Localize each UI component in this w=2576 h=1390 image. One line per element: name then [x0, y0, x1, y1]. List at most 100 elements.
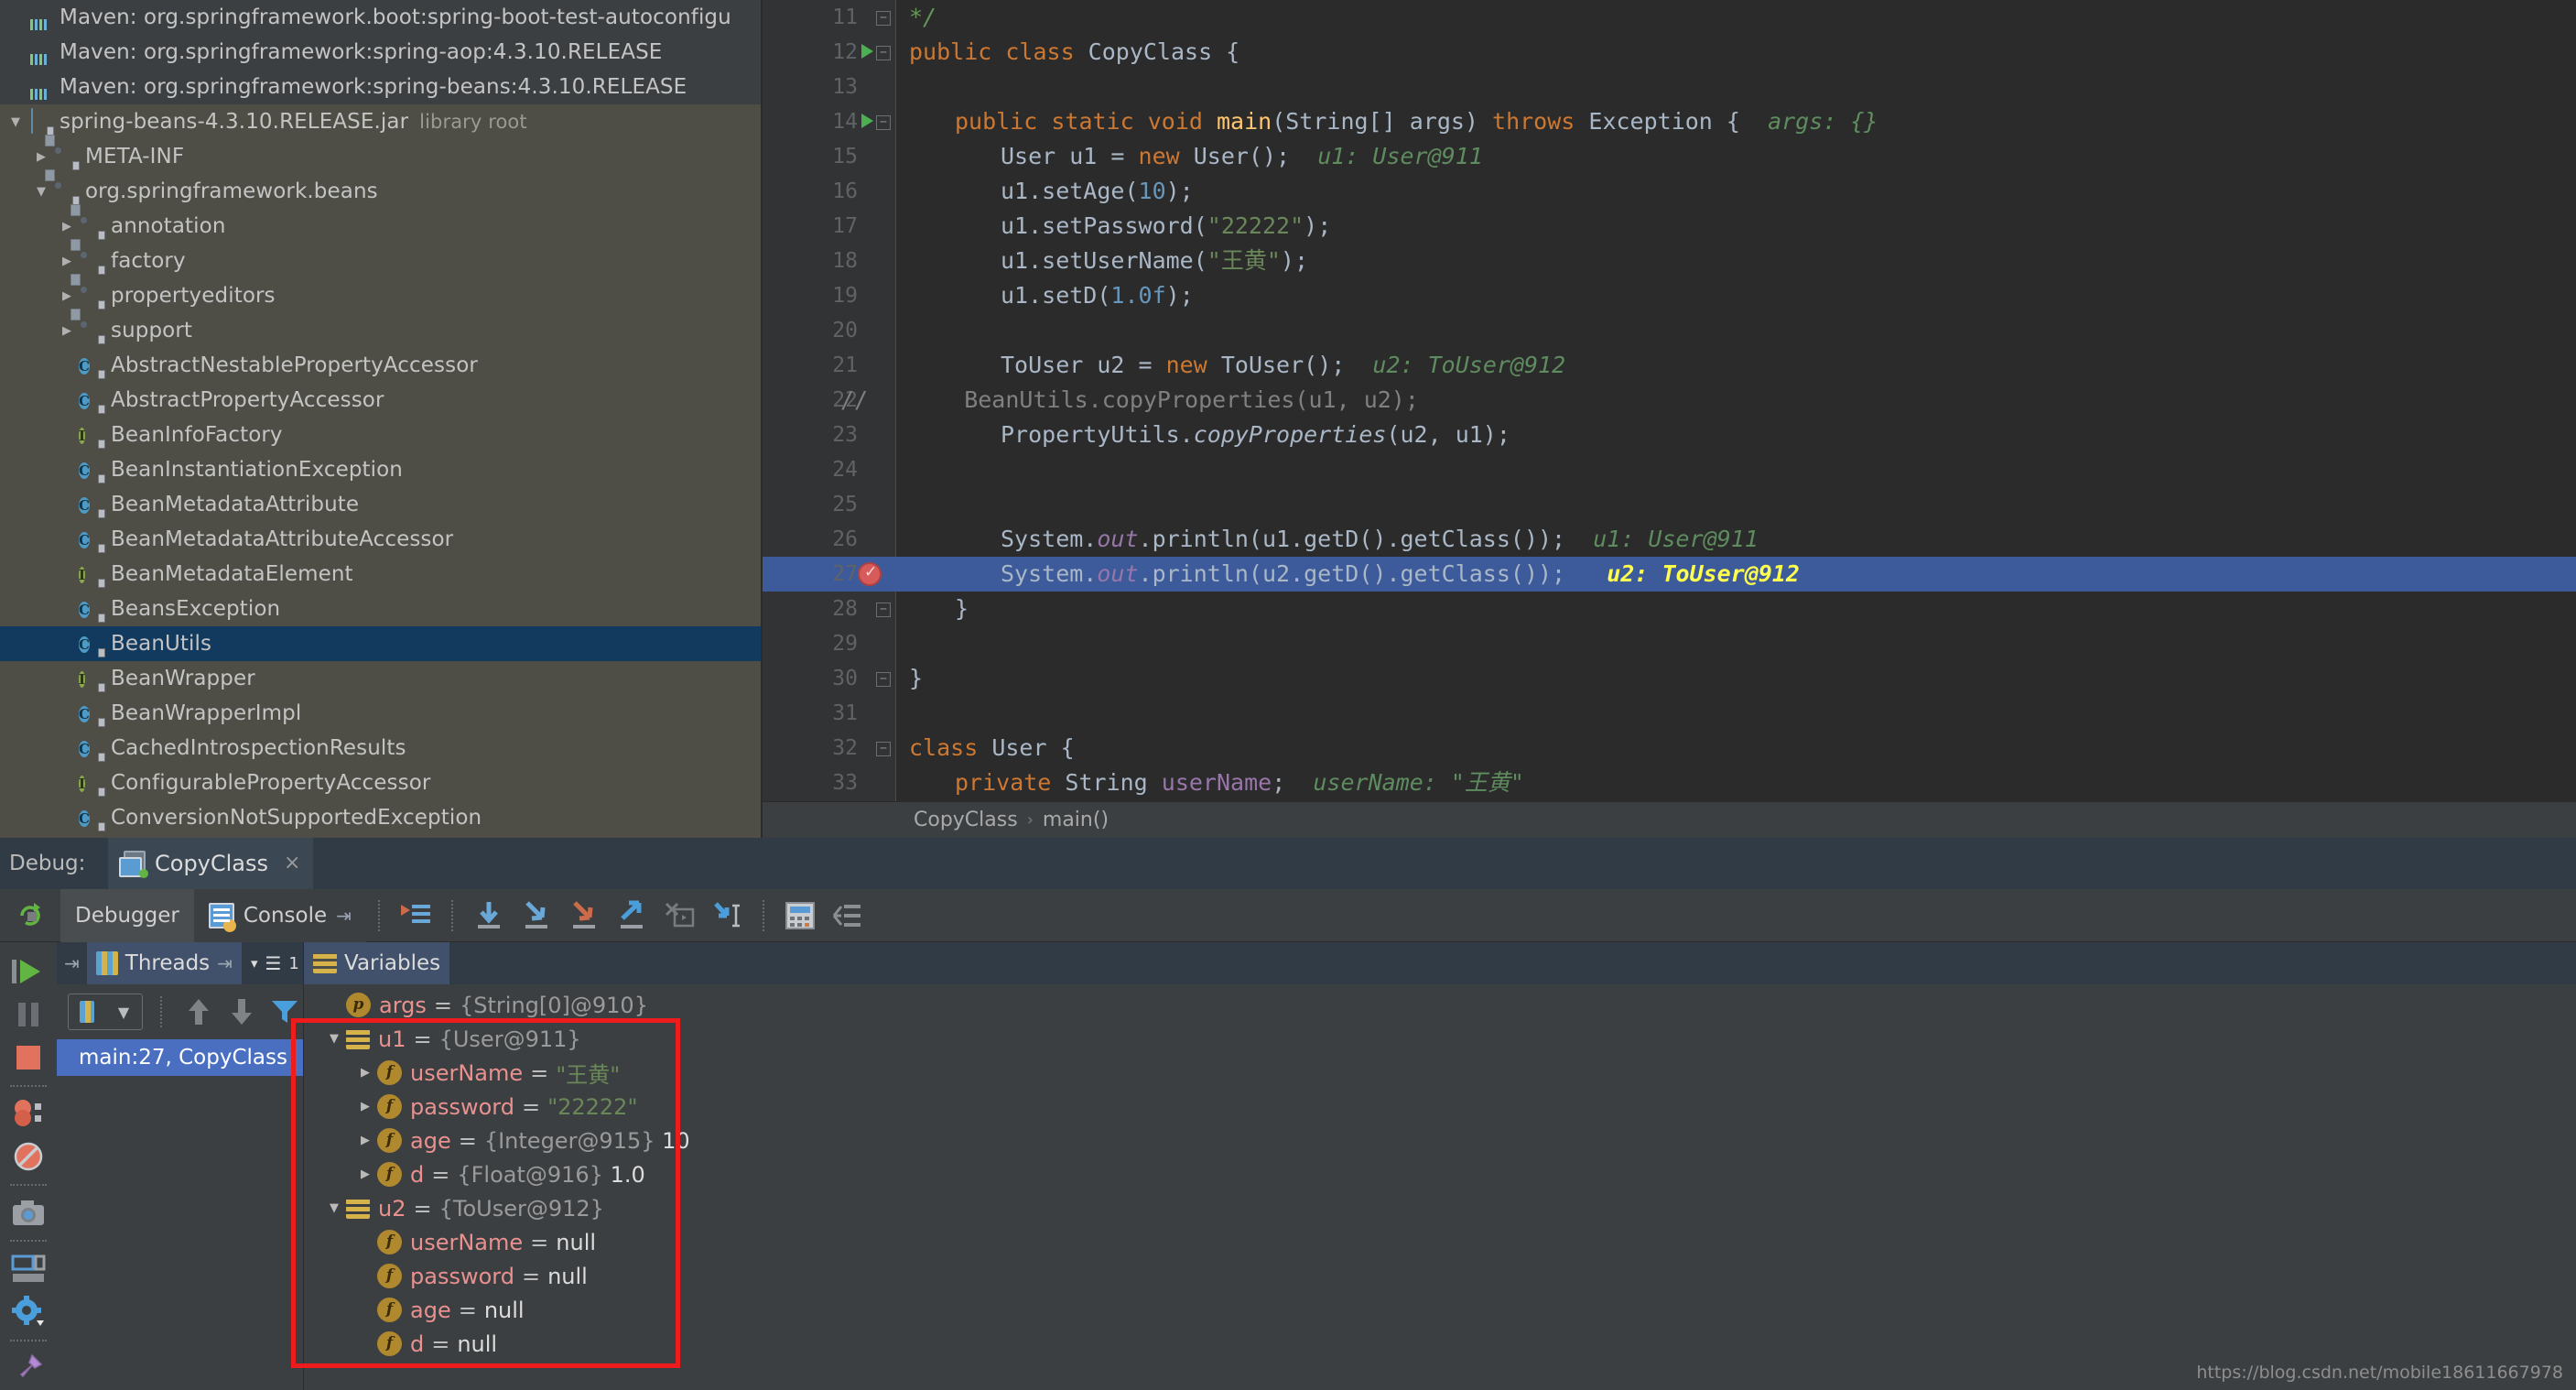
variable-row[interactable]: ▼ u1 = {User@911} [304, 1022, 2576, 1056]
code-line[interactable]: 32 − class User { [763, 731, 2576, 766]
code-text[interactable]: ToUser u2 = new ToUser(); u2: ToUser@912 [909, 348, 1565, 383]
variables-tab-row[interactable]: Variables [304, 942, 2576, 984]
tree-item[interactable]: C AbstractPropertyAccessor [0, 383, 761, 418]
variable-row[interactable]: f age = null [304, 1293, 2576, 1327]
breadcrumb-class[interactable]: CopyClass [914, 809, 1018, 831]
fold-icon[interactable]: − [876, 603, 891, 617]
chevron-right-icon[interactable]: ▶ [353, 1134, 377, 1147]
drop-frame-icon[interactable] [655, 889, 703, 942]
code-text[interactable]: } [909, 661, 923, 696]
code-line[interactable]: 29 [763, 626, 2576, 661]
pause-program-icon[interactable] [5, 993, 52, 1036]
force-step-into-icon[interactable] [560, 889, 608, 942]
variable-row[interactable]: f d = null [304, 1327, 2576, 1361]
tree-item[interactable]: C ConversionNotSupportedException [0, 800, 761, 835]
code-line[interactable]: 17 u1.setPassword("22222"); [763, 209, 2576, 244]
tree-item[interactable]: support [0, 313, 761, 348]
code-text[interactable]: public static void main(String[] args) t… [909, 104, 1878, 139]
code-line[interactable]: 24 [763, 452, 2576, 487]
code-line[interactable]: 14 − public static void main(String[] args… [763, 104, 2576, 139]
variable-row[interactable]: ▶ f age = {Integer@915} 10 [304, 1124, 2576, 1157]
threads-list[interactable]: main:27, CopyClass [57, 1039, 303, 1076]
tree-item[interactable]: C BeanWrapperImpl [0, 696, 761, 731]
settings-icon[interactable] [5, 1291, 52, 1334]
chevron-right-icon[interactable]: ▶ [353, 1100, 377, 1113]
code-text[interactable]: u1.setD(1.0f); [909, 278, 1194, 313]
fold-icon[interactable]: − [876, 11, 891, 26]
tree-item[interactable]: C AbstractNestablePropertyAccessor [0, 348, 761, 383]
chevron-right-icon[interactable] [29, 150, 53, 164]
rerun-button[interactable] [0, 889, 60, 942]
variable-row[interactable]: ▼ u2 = {ToUser@912} [304, 1191, 2576, 1225]
code-line[interactable]: 27 System.out.println(u2.getD().getClass(… [763, 557, 2576, 592]
debug-toolbar[interactable]: Debugger Console ⇥ [0, 888, 2576, 942]
tree-item[interactable]: Maven: org.springframework.boot:spring-b… [0, 0, 761, 35]
code-editor[interactable]: 11 − */ 12 − public class CopyClass {13 14 − pub… [763, 0, 2576, 838]
close-icon[interactable]: × [284, 852, 300, 874]
chevron-right-icon[interactable] [55, 289, 79, 303]
move-down-icon[interactable] [222, 985, 260, 1038]
chevron-down-icon[interactable]: ▼ [105, 994, 142, 1029]
code-text[interactable]: u1.setAge(10); [909, 174, 1194, 209]
tree-item[interactable]: META-INF [0, 139, 761, 174]
resume-program-icon[interactable] [5, 950, 52, 993]
fold-icon[interactable]: − [876, 115, 891, 130]
run-gutter-icon[interactable] [861, 114, 873, 128]
code-text[interactable]: u1.setPassword("22222"); [909, 209, 1331, 244]
code-line[interactable]: 15 User u1 = new User(); u1: User@911 [763, 139, 2576, 174]
pin-tab-icon[interactable]: ⇥ [336, 905, 352, 927]
run-gutter-icon[interactable] [861, 44, 873, 59]
variable-row[interactable]: ▶ f password = "22222" [304, 1090, 2576, 1124]
tree-item[interactable]: C BeanInstantiationException [0, 452, 761, 487]
code-text[interactable]: System.out.println(u1.getD().getClass())… [909, 522, 1759, 557]
code-line[interactable]: 26 System.out.println(u1.getD().getClass(… [763, 522, 2576, 557]
tree-item[interactable]: propertyeditors [0, 278, 761, 313]
variables-panel[interactable]: Variables p args = {String[0]@910} ▼ u1 = {User… [291, 942, 2576, 1390]
view-breakpoints-icon[interactable] [5, 1092, 52, 1135]
threads-tab-row[interactable]: ⇥ Threads ⇥ ▾ ☰ 1 [57, 942, 303, 984]
fold-icon[interactable]: − [876, 672, 891, 687]
thread-selector[interactable]: ▼ [68, 994, 143, 1030]
debug-session-tab[interactable]: CopyClass × [108, 837, 314, 889]
tree-item[interactable]: C CachedIntrospectionResults [0, 731, 761, 766]
get-thread-dump-icon[interactable] [5, 1191, 52, 1234]
variable-row[interactable]: f password = null [304, 1259, 2576, 1293]
tab-variables[interactable]: Variables [304, 942, 450, 984]
tree-item[interactable]: factory [0, 244, 761, 278]
tree-item[interactable]: C BeanUtils [0, 626, 761, 661]
chevron-down-icon[interactable]: ▾ [251, 955, 258, 972]
chevron-down-icon[interactable] [4, 115, 27, 129]
code-line[interactable]: 13 [763, 70, 2576, 104]
variable-row[interactable]: p args = {String[0]@910} [304, 988, 2576, 1022]
tab-debugger[interactable]: Debugger [60, 888, 194, 942]
code-line[interactable]: 31 [763, 696, 2576, 731]
code-text[interactable]: // BeanUtils.copyProperties(u1, u2); [840, 383, 1419, 418]
debug-actions-rail[interactable] [0, 942, 57, 1390]
tree-item[interactable]: org.springframework.beans [0, 174, 761, 209]
tab-threads[interactable]: Threads ⇥ [86, 942, 242, 984]
tree-item[interactable]: C BeanMetadataAttributeAccessor [0, 522, 761, 557]
code-text[interactable]: private String userName; userName: "王黄" [909, 766, 1524, 800]
debug-tabs[interactable]: Debugger Console ⇥ [60, 888, 366, 942]
code-line[interactable]: 16 u1.setAge(10); [763, 174, 2576, 209]
variable-row[interactable]: f userName = null [304, 1225, 2576, 1259]
code-text[interactable]: class User { [909, 731, 1075, 766]
filter-icon[interactable] [265, 985, 303, 1038]
code-text[interactable]: User u1 = new User(); u1: User@911 [909, 139, 1483, 174]
pin-tab-icon[interactable]: ⇥ [57, 952, 87, 974]
chevron-right-icon[interactable] [55, 324, 79, 338]
chevron-down-icon[interactable] [29, 185, 53, 199]
code-text[interactable]: public class CopyClass { [909, 35, 1239, 70]
step-out-icon[interactable] [608, 889, 655, 942]
threads-toolbar[interactable]: ▼ [57, 984, 303, 1039]
code-line[interactable]: 20 [763, 313, 2576, 348]
breadcrumb-method[interactable]: main() [1043, 809, 1109, 831]
stop-icon[interactable] [5, 1036, 52, 1079]
tree-item[interactable]: C BeansException [0, 592, 761, 626]
chevron-right-icon[interactable] [55, 220, 79, 233]
tree-item[interactable]: Maven: org.springframework:spring-aop:4.… [0, 35, 761, 70]
variable-row[interactable]: ▶ f userName = "王黄" [304, 1056, 2576, 1090]
code-line[interactable]: 19 u1.setD(1.0f); [763, 278, 2576, 313]
step-over-icon[interactable] [465, 889, 513, 942]
pin-tab-icon[interactable]: ⇥ [217, 952, 233, 974]
